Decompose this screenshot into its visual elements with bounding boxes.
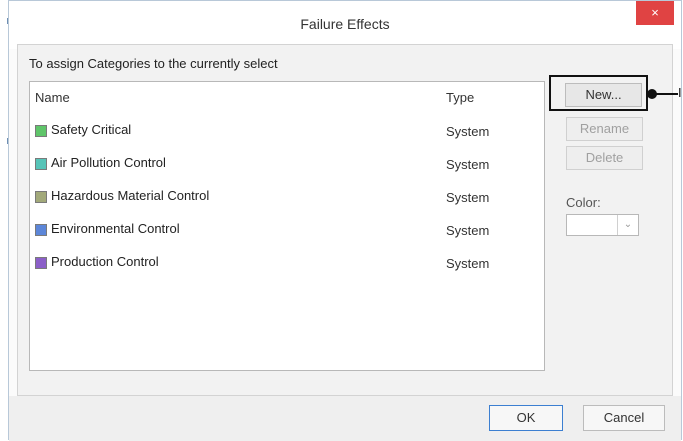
dialog-footer: OK Cancel	[9, 396, 681, 441]
dialog-title: Failure Effects	[300, 16, 390, 32]
cancel-button[interactable]: Cancel	[583, 405, 665, 431]
callout-label: I	[678, 85, 682, 100]
category-name: Hazardous Material Control	[51, 188, 210, 203]
list-item[interactable]: Environmental Control System	[30, 221, 544, 245]
rename-button[interactable]: Rename	[566, 117, 643, 141]
color-preview	[569, 217, 613, 233]
column-header-name: Name	[35, 90, 70, 105]
title-bar: Failure Effects ×	[9, 1, 681, 49]
category-color-swatch	[35, 158, 47, 170]
failure-effects-dialog: Failure Effects × To assign Categories t…	[8, 0, 682, 441]
category-color-swatch	[35, 125, 47, 137]
category-type: System	[446, 256, 490, 271]
instruction-text: To assign Categories to the currently se…	[29, 56, 278, 71]
chevron-down-icon: ⌄	[617, 215, 638, 235]
column-header-type: Type	[446, 90, 475, 105]
delete-button[interactable]: Delete	[566, 146, 643, 170]
category-type: System	[446, 124, 490, 139]
background-window-edge	[0, 0, 9, 440]
ok-button[interactable]: OK	[489, 405, 563, 431]
category-type: System	[446, 190, 490, 205]
category-name: Environmental Control	[51, 221, 180, 236]
categories-list[interactable]: Name Type Safety Critical System Air Pol…	[29, 81, 545, 371]
color-label: Color:	[566, 195, 601, 210]
category-color-swatch	[35, 257, 47, 269]
category-name: Safety Critical	[51, 122, 132, 137]
category-type: System	[446, 223, 490, 238]
category-color-swatch	[35, 224, 47, 236]
new-button-highlight-frame	[549, 75, 648, 111]
close-icon: ×	[651, 5, 659, 20]
list-item[interactable]: Safety Critical System	[30, 122, 544, 146]
category-color-swatch	[35, 191, 47, 203]
category-name: Production Control	[51, 254, 159, 269]
color-dropdown[interactable]: ⌄	[566, 214, 639, 236]
category-name: Air Pollution Control	[51, 155, 166, 170]
list-item[interactable]: Air Pollution Control System	[30, 155, 544, 179]
list-item[interactable]: Production Control System	[30, 254, 544, 278]
list-item[interactable]: Hazardous Material Control System	[30, 188, 544, 212]
callout-line	[656, 93, 678, 95]
category-type: System	[446, 157, 490, 172]
close-button[interactable]: ×	[636, 1, 674, 25]
list-header: Name Type	[30, 90, 544, 110]
